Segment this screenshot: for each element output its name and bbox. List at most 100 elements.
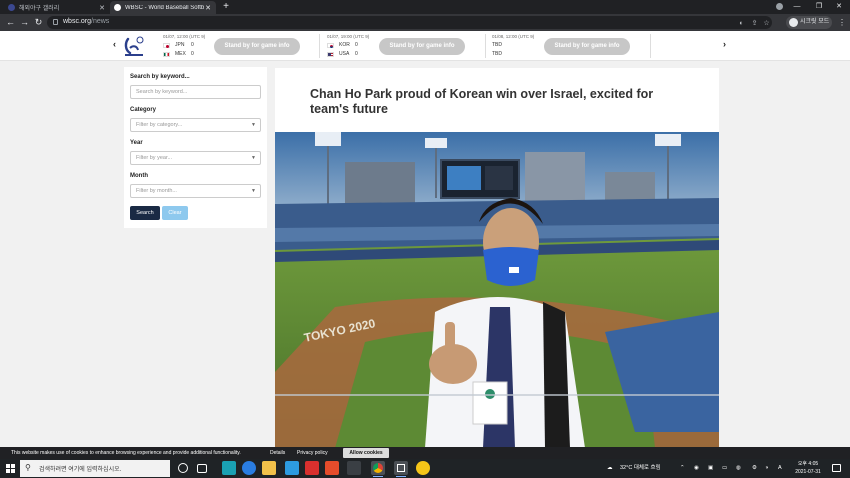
clear-button[interactable]: Clear <box>162 206 188 220</box>
reload-icon[interactable]: ↻ <box>33 17 44 28</box>
team-score: 0 <box>355 42 358 48</box>
profile-label: 시크릿 모드 <box>800 19 830 25</box>
stadium-photo: TOKYO 2020 <box>275 132 719 448</box>
minimize-button[interactable]: — <box>786 0 808 14</box>
network-icon[interactable]: ◍ <box>736 459 741 478</box>
more-menu-icon[interactable]: ⋮ <box>838 17 846 28</box>
chrome-icon[interactable] <box>371 461 385 477</box>
maximize-button[interactable]: ❐ <box>808 0 830 14</box>
mail-icon[interactable] <box>285 461 299 475</box>
file-explorer-icon[interactable] <box>262 461 276 475</box>
bookmark-star-icon[interactable]: ☆ <box>762 19 771 28</box>
ticker-divider <box>650 34 651 58</box>
team-code: JPN <box>175 42 185 48</box>
cookie-consent-banner: This website makes use of cookies to enh… <box>0 447 850 459</box>
close-tab-icon[interactable]: ✕ <box>98 4 106 12</box>
kakaotalk-icon[interactable] <box>416 461 430 475</box>
ticker-prev-arrow-icon[interactable]: ‹ <box>113 39 116 49</box>
game-info-button[interactable]: Stand by for game info <box>544 38 630 55</box>
tray-app-icon[interactable]: ▣ <box>708 459 713 478</box>
url-domain: wbsc.org <box>63 18 92 25</box>
close-tab-icon[interactable]: ✕ <box>204 4 212 12</box>
ticker-game-2[interactable]: 01/07, 19:00 (UTC 9) KOR 0 USA 0 <box>327 34 375 58</box>
keyword-search-input[interactable]: Search by keyword... <box>130 85 261 99</box>
volume-icon[interactable]: ◑ <box>765 459 768 478</box>
cortana-icon[interactable] <box>178 463 188 473</box>
url-text: wbsc.org/news <box>63 18 109 25</box>
year-placeholder: Filter by year... <box>136 155 173 161</box>
weather-icon[interactable]: ☁ <box>607 459 613 478</box>
browser-tab-wbsc[interactable]: WBSC - World Baseball Softb ✕ <box>110 1 216 14</box>
privacy-policy-link[interactable]: Privacy policy <box>297 447 328 459</box>
tab-title: 해외야구 갤러리 <box>19 6 60 12</box>
game-info-button[interactable]: Stand by for game info <box>379 38 465 55</box>
taskbar-app-icon[interactable] <box>394 461 408 477</box>
taskbar-app-icon[interactable] <box>347 461 361 475</box>
back-arrow-icon[interactable]: ← <box>5 17 16 28</box>
taskbar-search-box[interactable]: ⚲ 검색하려면 여기에 입력하십시오. <box>20 460 170 477</box>
game-date: 01/07, 19:00 (UTC 9) <box>327 34 370 39</box>
article-hero-image: TOKYO 2020 <box>275 132 719 448</box>
task-view-icon[interactable] <box>197 464 207 473</box>
game-info-button[interactable]: Stand by for game info <box>214 38 300 55</box>
incognito-indicator-icon <box>776 3 783 10</box>
tray-app-icon[interactable]: ◉ <box>694 459 699 478</box>
game-date: 01/07, 12:00 (UTC 9) <box>163 34 206 39</box>
clock-time: 오후 4:05 <box>797 461 819 467</box>
taskbar-app-icon[interactable] <box>222 461 236 475</box>
search-button[interactable]: Search <box>130 206 160 220</box>
mexico-flag-icon <box>163 51 170 57</box>
team-row: KOR 0 <box>327 42 361 48</box>
weather-text[interactable]: 32°C 대체로 흐림 <box>620 459 661 478</box>
year-select[interactable]: Filter by year... ▼ <box>130 151 261 165</box>
news-filter-panel: Search by keyword... Search by keyword..… <box>124 67 267 228</box>
team-row: JPN 0 <box>163 42 197 48</box>
ticker-next-arrow-icon[interactable]: › <box>723 39 726 49</box>
windows-taskbar: ⚲ 검색하려면 여기에 입력하십시오. ☁ 32°C 대체로 흐림 ⌃ ◉ ▣ … <box>0 459 850 478</box>
dcinside-favicon-icon <box>8 4 15 11</box>
team-score: 0 <box>191 51 194 57</box>
battery-icon[interactable]: ▭ <box>722 459 727 478</box>
chevron-down-icon: ▼ <box>251 188 256 194</box>
allow-cookies-button[interactable]: Allow cookies <box>343 448 389 458</box>
settings-icon[interactable]: ⚙ <box>752 459 757 478</box>
team-row: MEX 0 <box>163 51 197 57</box>
japan-flag-icon <box>163 42 170 48</box>
month-select[interactable]: Filter by month... ▼ <box>130 184 261 198</box>
close-window-button[interactable]: ✕ <box>828 0 850 14</box>
team-code: USA <box>339 51 350 57</box>
article-headline[interactable]: Chan Ho Park proud of Korean win over Is… <box>310 87 670 116</box>
edge-browser-icon[interactable] <box>242 461 256 475</box>
office-icon[interactable] <box>325 461 339 475</box>
taskbar-search-placeholder: 검색하려면 여기에 입력하십시오. <box>39 467 122 473</box>
share-icon[interactable]: ⇪ <box>750 19 759 28</box>
tab-title: WBSC - World Baseball Softb <box>125 4 204 11</box>
new-tab-button[interactable]: + <box>220 1 232 13</box>
usa-flag-icon <box>327 51 334 57</box>
forward-arrow-icon[interactable]: → <box>19 17 30 28</box>
category-label: Category <box>130 107 157 113</box>
ticker-divider <box>485 34 486 58</box>
browser-tab-dcinside[interactable]: 해외야구 갤러리 ✕ <box>4 1 110 14</box>
ticker-game-1[interactable]: 01/07, 12:00 (UTC 9) JPN 0 MEX 0 <box>163 34 211 58</box>
team-code: TBD <box>492 51 502 57</box>
category-placeholder: Filter by category... <box>136 122 183 128</box>
wbsc-logo[interactable] <box>122 34 146 58</box>
ticker-game-3[interactable]: 01/08, 12:00 (UTC 9) TBD TBD <box>492 34 540 58</box>
tray-chevron-up-icon[interactable]: ⌃ <box>680 459 685 478</box>
ime-language-icon[interactable]: A <box>778 459 782 478</box>
address-bar[interactable]: wbsc.org/news ◐ ⇪ ☆ <box>47 16 772 29</box>
cookie-details-link[interactable]: Details <box>270 447 285 459</box>
category-select[interactable]: Filter by category... ▼ <box>130 118 261 132</box>
browser-toolbar: ← → ↻ wbsc.org/news ◐ ⇪ ☆ 시크릿 모드 ⋮ <box>0 14 850 31</box>
scores-ticker: ‹ 01/07, 12:00 (UTC 9) JPN 0 MEX 0 Stand b… <box>0 31 850 61</box>
notification-icon[interactable] <box>832 464 841 472</box>
taskbar-app-icon[interactable] <box>305 461 319 475</box>
windows-start-icon[interactable] <box>6 464 15 473</box>
cookie-message: This website makes use of cookies to enh… <box>11 450 241 456</box>
year-label: Year <box>130 140 143 146</box>
taskbar-clock[interactable]: 오후 4:05 2021-07-31 <box>790 461 826 476</box>
incognito-eye-icon[interactable]: ◐ <box>737 19 746 28</box>
keyword-label: Search by keyword... <box>130 74 190 80</box>
incognito-profile-button[interactable]: 시크릿 모드 <box>786 16 832 29</box>
